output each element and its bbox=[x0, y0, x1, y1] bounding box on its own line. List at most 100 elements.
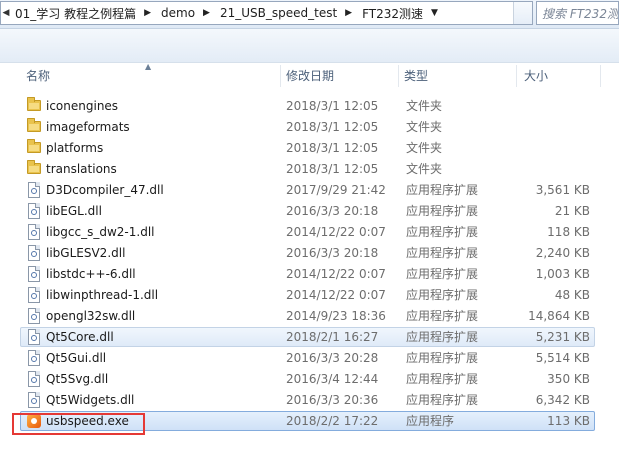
file-type: 应用程序扩展 bbox=[406, 183, 479, 197]
breadcrumb-label: FT232测速 bbox=[362, 6, 424, 21]
dll-icon bbox=[26, 245, 42, 261]
breadcrumb-item[interactable]: 21_USB_speed_test ▶ bbox=[216, 6, 358, 20]
file-name: libEGL.dll bbox=[46, 204, 102, 218]
chevron-right-icon[interactable]: ◀ bbox=[1, 8, 11, 18]
file-row[interactable]: Qt5Gui.dll 2016/3/3 20:28 应用程序扩展 5,514 K… bbox=[0, 348, 619, 369]
file-date: 2016/3/4 12:44 bbox=[286, 372, 379, 386]
file-list: iconengines 2018/3/1 12:05 文件夹 imageform… bbox=[0, 96, 619, 432]
file-date: 2018/3/1 12:05 bbox=[286, 99, 379, 113]
file-size bbox=[520, 96, 590, 117]
file-type: 文件夹 bbox=[406, 162, 443, 176]
file-row[interactable]: platforms 2018/3/1 12:05 文件夹 bbox=[0, 138, 619, 159]
file-row[interactable]: Qt5Widgets.dll 2016/3/3 20:36 应用程序扩展 6,3… bbox=[0, 390, 619, 411]
file-size: 14,864 KB bbox=[528, 309, 590, 323]
file-size: 48 KB bbox=[554, 288, 590, 302]
breadcrumb-label: 21_USB_speed_test bbox=[219, 6, 338, 20]
file-name: D3Dcompiler_47.dll bbox=[46, 183, 164, 197]
file-type: 应用程序扩展 bbox=[406, 225, 479, 239]
column-header-date[interactable]: 修改日期 bbox=[286, 63, 334, 89]
file-size: 6,342 KB bbox=[535, 393, 590, 407]
file-type: 应用程序扩展 bbox=[406, 351, 479, 365]
dll-icon bbox=[26, 350, 42, 366]
file-row[interactable]: libstdc++-6.dll 2014/12/22 0:07 应用程序扩展 1… bbox=[0, 264, 619, 285]
column-header-row: ▲ 名称 修改日期 类型 大小 bbox=[0, 62, 619, 89]
file-date: 2016/3/3 20:18 bbox=[286, 204, 379, 218]
file-name: libgcc_s_dw2-1.dll bbox=[46, 225, 155, 239]
dll-icon bbox=[26, 224, 42, 240]
chevron-right-icon[interactable]: ▶ bbox=[142, 8, 155, 18]
column-divider[interactable] bbox=[600, 65, 601, 87]
file-date: 2016/3/3 20:28 bbox=[286, 351, 379, 365]
column-divider[interactable] bbox=[280, 65, 281, 87]
file-row[interactable]: libGLESV2.dll 2016/3/3 20:18 应用程序扩展 2,24… bbox=[0, 243, 619, 264]
file-row[interactable]: libgcc_s_dw2-1.dll 2014/12/22 0:07 应用程序扩… bbox=[0, 222, 619, 243]
file-row-hover[interactable]: Qt5Core.dll 2018/2/1 16:27 应用程序扩展 5,231 … bbox=[0, 327, 619, 348]
file-type: 文件夹 bbox=[406, 99, 443, 113]
file-type: 文件夹 bbox=[406, 120, 443, 134]
file-size: 2,240 KB bbox=[535, 246, 590, 260]
file-size: 5,231 KB bbox=[535, 330, 590, 344]
folder-icon bbox=[26, 139, 42, 156]
file-type: 文件夹 bbox=[406, 141, 443, 155]
file-row[interactable]: libwinpthread-1.dll 2014/12/22 0:07 应用程序… bbox=[0, 285, 619, 306]
file-size: 1,003 KB bbox=[535, 267, 590, 281]
file-type: 应用程序扩展 bbox=[406, 246, 479, 260]
file-type: 应用程序扩展 bbox=[406, 330, 479, 344]
file-type: 应用程序扩展 bbox=[406, 393, 479, 407]
sort-up-icon: ▲ bbox=[145, 62, 152, 71]
file-size: 21 KB bbox=[554, 204, 590, 218]
column-header-size[interactable]: 大小 bbox=[524, 63, 548, 89]
file-size bbox=[520, 117, 590, 138]
file-type: 应用程序扩展 bbox=[406, 372, 479, 386]
file-name: imageformats bbox=[46, 120, 130, 134]
file-row[interactable]: Qt5Svg.dll 2016/3/4 12:44 应用程序扩展 350 KB bbox=[0, 369, 619, 390]
file-date: 2018/2/1 16:27 bbox=[286, 330, 379, 344]
file-date: 2018/3/1 12:05 bbox=[286, 141, 379, 155]
folder-icon bbox=[26, 160, 42, 177]
file-size: 350 KB bbox=[547, 372, 590, 386]
file-type: 应用程序扩展 bbox=[406, 288, 479, 302]
file-date: 2014/12/22 0:07 bbox=[286, 288, 386, 302]
chevron-right-icon[interactable]: ▶ bbox=[343, 8, 356, 18]
address-dropdown-button[interactable] bbox=[513, 2, 532, 24]
column-header-name[interactable]: 名称 bbox=[26, 63, 50, 89]
file-row[interactable]: translations 2018/3/1 12:05 文件夹 bbox=[0, 159, 619, 180]
chevron-down-icon[interactable]: ▼ bbox=[429, 8, 442, 18]
file-date: 2018/3/1 12:05 bbox=[286, 162, 379, 176]
file-name: libGLESV2.dll bbox=[46, 246, 126, 260]
folder-icon bbox=[26, 118, 42, 135]
search-placeholder: 搜索 FT232测 bbox=[542, 6, 619, 21]
dll-icon bbox=[26, 371, 42, 387]
file-size bbox=[520, 138, 590, 159]
file-size: 5,514 KB bbox=[535, 351, 590, 365]
dll-icon bbox=[26, 266, 42, 282]
column-header-type[interactable]: 类型 bbox=[404, 63, 428, 89]
file-name: opengl32sw.dll bbox=[46, 309, 136, 323]
dll-icon bbox=[26, 329, 42, 345]
breadcrumb-item[interactable]: FT232测速 ▼ bbox=[358, 5, 444, 22]
breadcrumb-item[interactable]: demo ▶ bbox=[157, 6, 216, 20]
file-name: translations bbox=[46, 162, 117, 176]
dll-icon bbox=[26, 308, 42, 324]
file-size: 118 KB bbox=[547, 225, 590, 239]
file-row[interactable]: imageformats 2018/3/1 12:05 文件夹 bbox=[0, 117, 619, 138]
file-date: 2016/3/3 20:18 bbox=[286, 246, 379, 260]
breadcrumb-label: 01_学习 教程之例程篇 bbox=[15, 6, 137, 21]
column-divider[interactable] bbox=[516, 65, 517, 87]
address-toolbar: ◀ 01_学习 教程之例程篇 ▶ demo ▶ 21_USB_speed_tes… bbox=[0, 0, 619, 29]
column-divider[interactable] bbox=[398, 65, 399, 87]
chevron-right-icon[interactable]: ▶ bbox=[201, 8, 214, 18]
breadcrumb-item[interactable]: 01_学习 教程之例程篇 ▶ bbox=[11, 5, 157, 22]
file-date: 2018/2/2 17:22 bbox=[286, 414, 379, 428]
file-name: libwinpthread-1.dll bbox=[46, 288, 159, 302]
search-input[interactable]: 搜索 FT232测 bbox=[536, 1, 619, 25]
file-name: Qt5Svg.dll bbox=[46, 372, 109, 386]
file-row[interactable]: D3Dcompiler_47.dll 2017/9/29 21:42 应用程序扩… bbox=[0, 180, 619, 201]
file-size: 113 KB bbox=[547, 414, 590, 428]
file-type: 应用程序 bbox=[406, 414, 455, 428]
file-row[interactable]: iconengines 2018/3/1 12:05 文件夹 bbox=[0, 96, 619, 117]
file-row[interactable]: libEGL.dll 2016/3/3 20:18 应用程序扩展 21 KB bbox=[0, 201, 619, 222]
file-row[interactable]: opengl32sw.dll 2014/9/23 18:36 应用程序扩展 14… bbox=[0, 306, 619, 327]
address-bar[interactable]: ◀ 01_学习 教程之例程篇 ▶ demo ▶ 21_USB_speed_tes… bbox=[0, 1, 533, 25]
file-date: 2014/12/22 0:07 bbox=[286, 267, 386, 281]
